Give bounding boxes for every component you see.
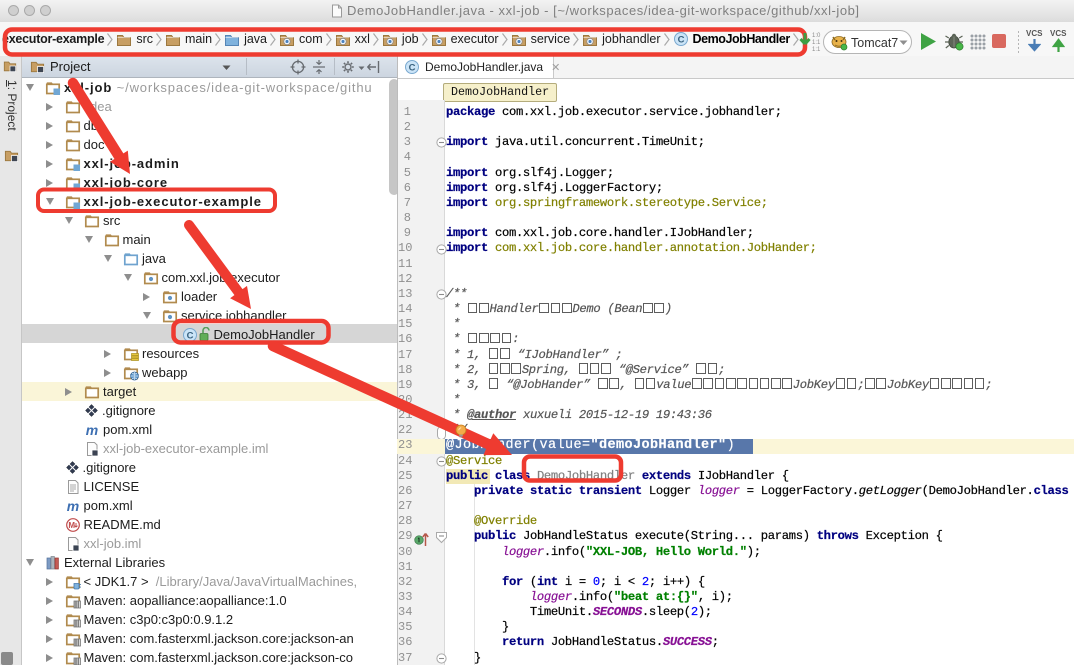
- svg-text:m: m: [86, 422, 98, 438]
- svg-text:C: C: [677, 34, 684, 45]
- svg-text:M: M: [68, 521, 75, 530]
- svg-text:C: C: [409, 62, 416, 73]
- svg-text:C: C: [186, 330, 193, 341]
- svg-text:m: m: [66, 498, 78, 514]
